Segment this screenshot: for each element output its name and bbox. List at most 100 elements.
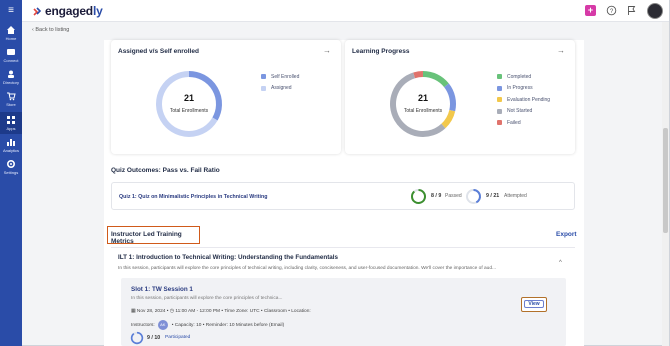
svg-text:?: ? — [610, 9, 614, 15]
legend-swatch — [261, 74, 266, 80]
logo-mark-icon — [33, 6, 42, 16]
donut-total-label: Total Enrollments — [403, 108, 443, 114]
connect-icon — [7, 49, 15, 55]
ring-fill — [411, 189, 426, 204]
slot-location: Location: — [291, 309, 311, 314]
quiz-section-title: Quiz Outcomes: Pass vs. Fail Ratio — [111, 167, 220, 174]
slot-description: In this session, participants will explo… — [131, 296, 283, 301]
learning-progress-donut-chart — [390, 71, 456, 137]
ilt-description: In this session, participants will explo… — [118, 266, 497, 271]
slot-capacity: Capacity: 10 — [174, 322, 202, 328]
sidebar-item-analytics[interactable]: Analytics — [0, 134, 22, 156]
slot-schedule: ▦ Nov 28, 2024 • ◷ 11:00 AM - 12:00 PM •… — [131, 309, 311, 314]
export-button[interactable]: Export — [556, 231, 577, 238]
donut-total: 21 — [417, 93, 428, 103]
quiz-outcome-row[interactable]: Quiz 1: Quiz on Minimalistic Principles … — [111, 182, 575, 210]
sidebar-item-label: Home — [5, 36, 17, 41]
ilt-section-title: Instructor Led Training Metrics — [107, 226, 200, 245]
participated-progress-ring — [130, 331, 144, 345]
legend-item: Not Started — [497, 106, 550, 118]
logo-text: engaged — [45, 4, 93, 18]
legend-label: Completed — [507, 73, 532, 80]
legend-label: Failed — [507, 119, 521, 126]
ring-fill — [130, 331, 144, 345]
analytics-icon — [7, 139, 15, 146]
instructor-avatar[interactable]: AK — [157, 320, 168, 330]
gear-icon — [6, 159, 16, 169]
view-button[interactable]: View — [521, 297, 547, 312]
slot-mode: Classroom — [263, 309, 287, 314]
donut-slice-completed[interactable] — [422, 71, 449, 88]
legend-label: Not Started — [507, 108, 533, 115]
sidebar-item-apps[interactable]: Apps — [0, 112, 22, 134]
passed-progress-ring — [411, 189, 426, 204]
cart-icon — [7, 92, 16, 101]
donut-total: 21 — [183, 93, 194, 103]
home-icon — [7, 26, 15, 34]
legend-swatch — [261, 85, 266, 91]
sidebar: ≡ Home Connect Directory Store Apps Anal… — [0, 0, 22, 346]
attempted-progress-ring — [466, 189, 481, 204]
sidebar-item-label: Settings — [3, 170, 19, 175]
sidebar-item-connect[interactable]: Connect — [0, 44, 22, 66]
directory-icon — [8, 70, 14, 78]
create-plus-button[interactable]: + — [585, 5, 596, 16]
sidebar-item-home[interactable]: Home — [0, 22, 22, 44]
ring-fill — [473, 189, 481, 204]
back-to-listing-link[interactable]: ‹ Back to listing — [32, 27, 69, 33]
top-bar: engagedly + ? — [22, 0, 669, 22]
slot-reminder: Reminder: 10 Minutes before (Email) — [205, 322, 285, 328]
passed-value: 8 / 9 — [431, 193, 442, 199]
legend-label: Evaluation Pending — [507, 96, 551, 103]
scrollbar-thumb[interactable] — [663, 128, 668, 233]
help-icon[interactable]: ? — [606, 5, 617, 16]
sidebar-item-settings[interactable]: Settings — [0, 156, 22, 178]
app-logo[interactable]: engagedly — [32, 4, 103, 18]
assigned-legend: Self Enrolled Assigned — [261, 71, 299, 94]
donut-slice-failed[interactable] — [413, 71, 424, 79]
flag-icon[interactable] — [626, 5, 637, 16]
passed-label: Passed — [445, 193, 462, 199]
slot-details: Instructors: AK • Capacity: 10 • Reminde… — [131, 320, 284, 330]
legend-swatch — [497, 120, 502, 126]
assigned-vs-self-enrolled-card: Assigned v/s Self enrolled → 21 Total En… — [111, 40, 341, 154]
participated-value: 9 / 10 — [147, 335, 161, 341]
quiz-label: Quiz 1: Quiz on Minimalistic Principles … — [119, 194, 268, 200]
back-label: Back to listing — [35, 27, 70, 33]
ilt-title: ILT 1: Introduction to Technical Writing… — [118, 254, 339, 261]
legend-label: Assigned — [271, 85, 292, 92]
legend-swatch — [497, 108, 502, 114]
sidebar-item-directory[interactable]: Directory — [0, 66, 22, 88]
progress-legend: Completed In Progress Evaluation Pending… — [497, 71, 550, 129]
slot-time: 11:00 AM - 12:00 PM — [175, 309, 221, 314]
calendar-icon: ▦ — [131, 309, 136, 314]
legend-item: Evaluation Pending — [497, 94, 550, 106]
card-title: Assigned v/s Self enrolled — [118, 48, 199, 55]
legend-item: Completed — [497, 71, 550, 83]
legend-item: Self Enrolled — [261, 71, 299, 83]
legend-item: Failed — [497, 117, 550, 129]
donut-slice-not-started[interactable] — [390, 72, 446, 137]
legend-item: Assigned — [261, 83, 299, 95]
legend-swatch — [497, 85, 502, 91]
legend-label: In Progress — [507, 85, 533, 92]
logo-suffix: ly — [92, 4, 103, 18]
hamburger-menu-icon[interactable]: ≡ — [5, 5, 17, 17]
legend-label: Self Enrolled — [271, 73, 300, 80]
sidebar-item-label: Apps — [6, 126, 16, 131]
legend-swatch — [497, 97, 502, 103]
slot-timezone: Time Zone: UTC — [224, 309, 260, 314]
arrow-right-icon[interactable]: → — [323, 46, 331, 55]
session-slot-card: Slot 1: TW Session 1 In this session, pa… — [121, 278, 566, 346]
slot-title: Slot 1: TW Session 1 — [131, 286, 193, 293]
donut-total-label: Total Enrollments — [169, 108, 209, 114]
assigned-donut-chart — [156, 71, 222, 137]
sidebar-item-label: Store — [6, 102, 16, 107]
slot-date: Nov 28, 2024 — [136, 309, 166, 314]
user-avatar[interactable] — [647, 3, 663, 19]
arrow-right-icon[interactable]: → — [557, 46, 565, 55]
legend-swatch — [497, 74, 502, 80]
sidebar-item-store[interactable]: Store — [0, 88, 22, 110]
collapse-caret-icon[interactable]: ^ — [559, 260, 562, 266]
learning-progress-card: Learning Progress → 21 Total Enrollments… — [345, 40, 575, 154]
